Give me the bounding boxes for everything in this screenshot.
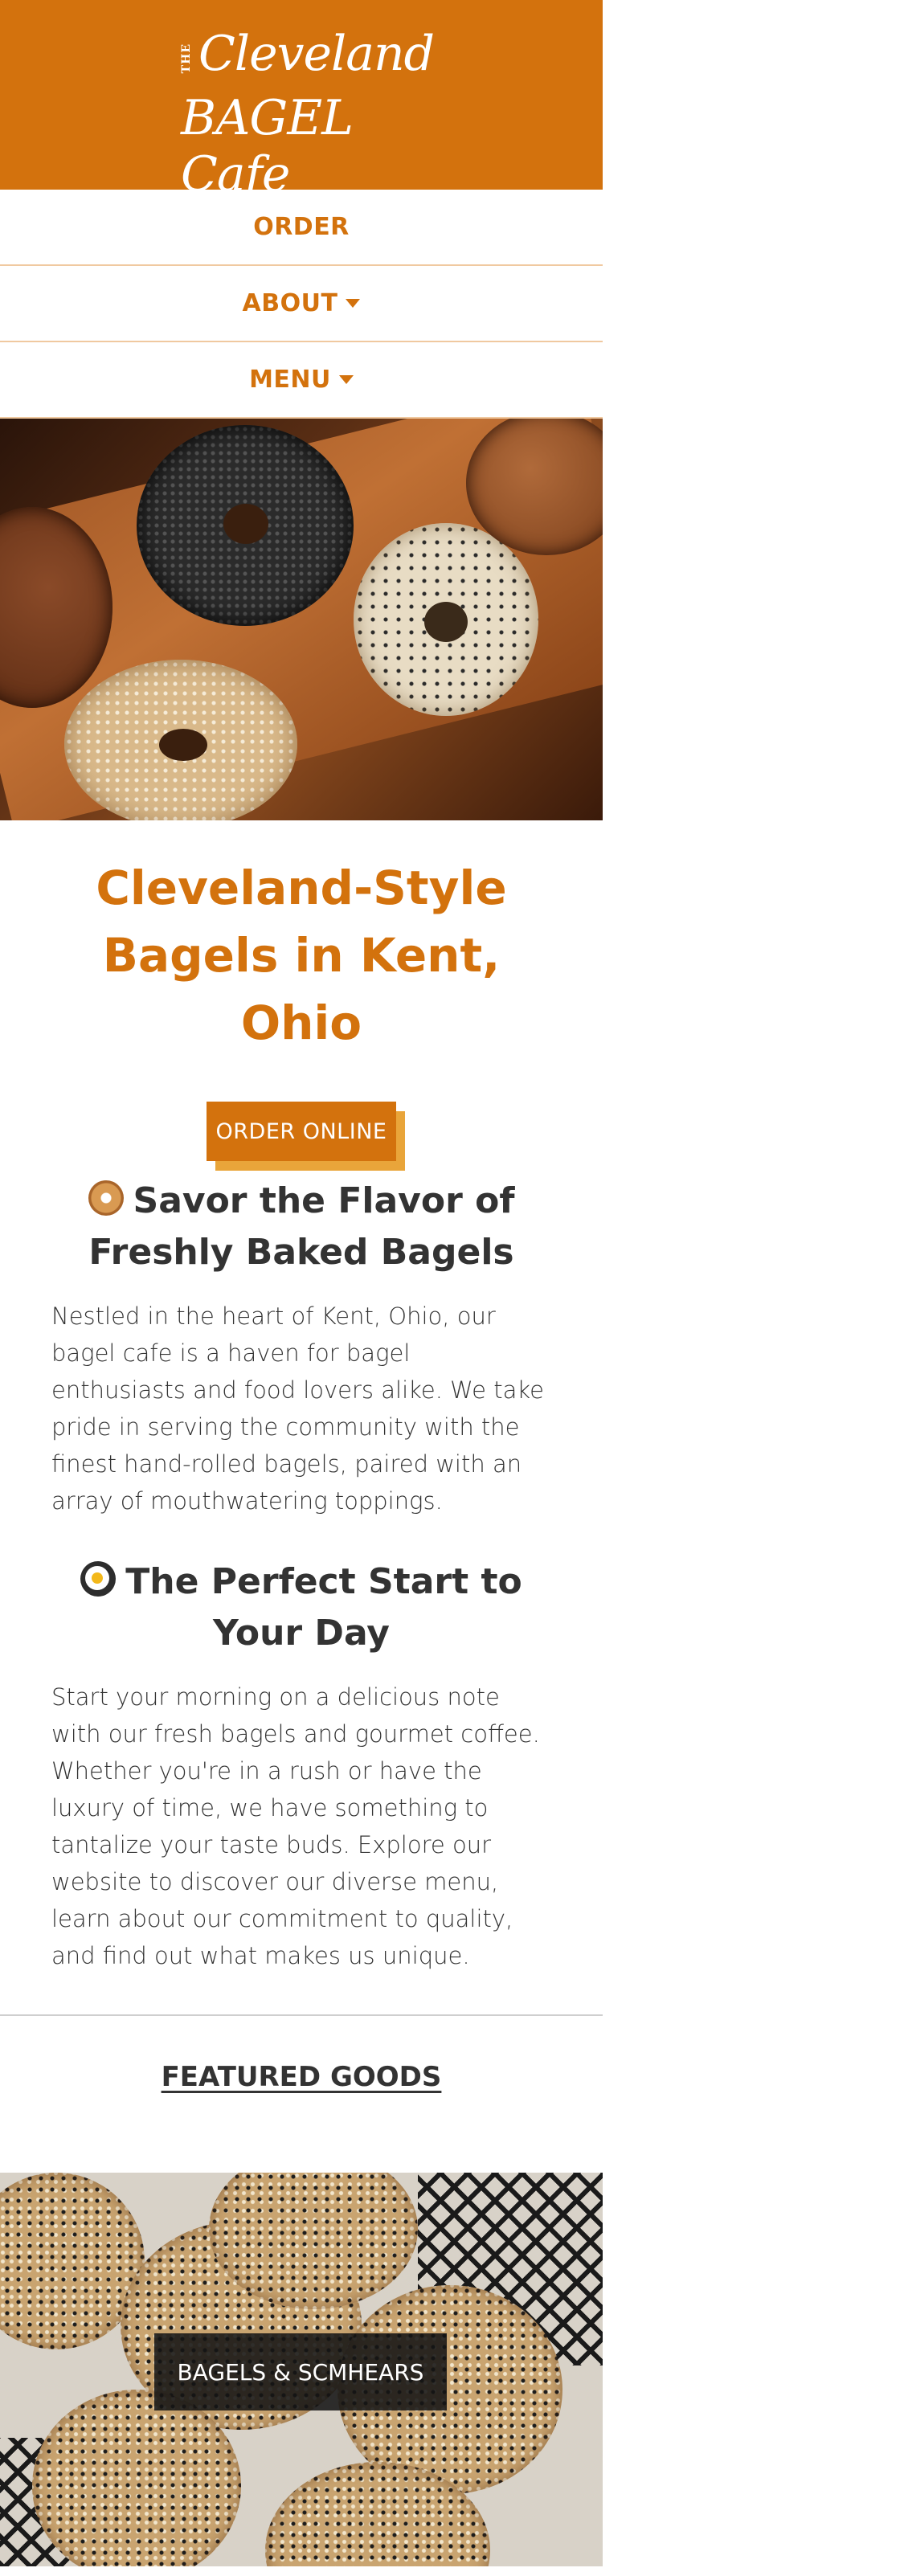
nav-item-label: ABOUT xyxy=(242,289,338,317)
nav-item-about[interactable]: ABOUT xyxy=(0,266,603,342)
featured-item-bagels[interactable]: BAGELS & SCMHEARS xyxy=(0,2173,603,2566)
nav-item-label: MENU xyxy=(249,366,331,394)
frying-egg-icon xyxy=(80,1561,117,1597)
section-body: Nestled in the heart of Kent, Ohio, our … xyxy=(51,1302,544,1515)
logo-line-2: BAGEL Cafe xyxy=(181,90,354,202)
site-logo[interactable]: THE Cleveland BAGEL Cafe xyxy=(173,19,435,202)
order-online-wrap: ORDER ONLINE xyxy=(0,1057,603,1171)
logo-line-1: Cleveland xyxy=(198,26,435,82)
section-body: Start your morning on a delicious note w… xyxy=(51,1683,540,1969)
logo-the: THE xyxy=(180,43,193,74)
sesame-bagel xyxy=(64,660,297,820)
page-title: Cleveland-Style Bagels in Kent, Ohio xyxy=(96,861,507,1050)
section-heading-text: Savor the Flavor of Freshly Baked Bagels xyxy=(88,1180,515,1273)
featured-goods-header: FEATURED GOODS xyxy=(0,2016,603,2173)
caret-down-icon xyxy=(338,375,354,384)
section-heading: The Perfect Start to Your Day xyxy=(0,1556,603,1659)
poppy-seed-bagel xyxy=(137,425,354,626)
nav-item-label: ORDER xyxy=(253,213,350,241)
everything-bagel xyxy=(354,523,538,716)
bagel-icon xyxy=(88,1180,124,1216)
order-online-button[interactable]: ORDER ONLINE xyxy=(207,1102,396,1161)
caret-down-icon xyxy=(346,299,361,308)
page: THE Cleveland BAGEL Cafe ORDER ABOUT MEN… xyxy=(0,0,603,2576)
hero-image xyxy=(0,419,603,820)
section-heading: Savor the Flavor of Freshly Baked Bagels xyxy=(0,1176,603,1278)
site-header: THE Cleveland BAGEL Cafe xyxy=(0,0,603,202)
main-nav: ORDER ABOUT MENU xyxy=(0,190,603,419)
featured-goods-heading[interactable]: FEATURED GOODS xyxy=(162,2061,442,2093)
section-heading-text: The Perfect Start to Your Day xyxy=(125,1561,522,1654)
featured-item-label[interactable]: BAGELS & SCMHEARS xyxy=(154,2333,447,2410)
nav-item-menu[interactable]: MENU xyxy=(0,342,603,419)
